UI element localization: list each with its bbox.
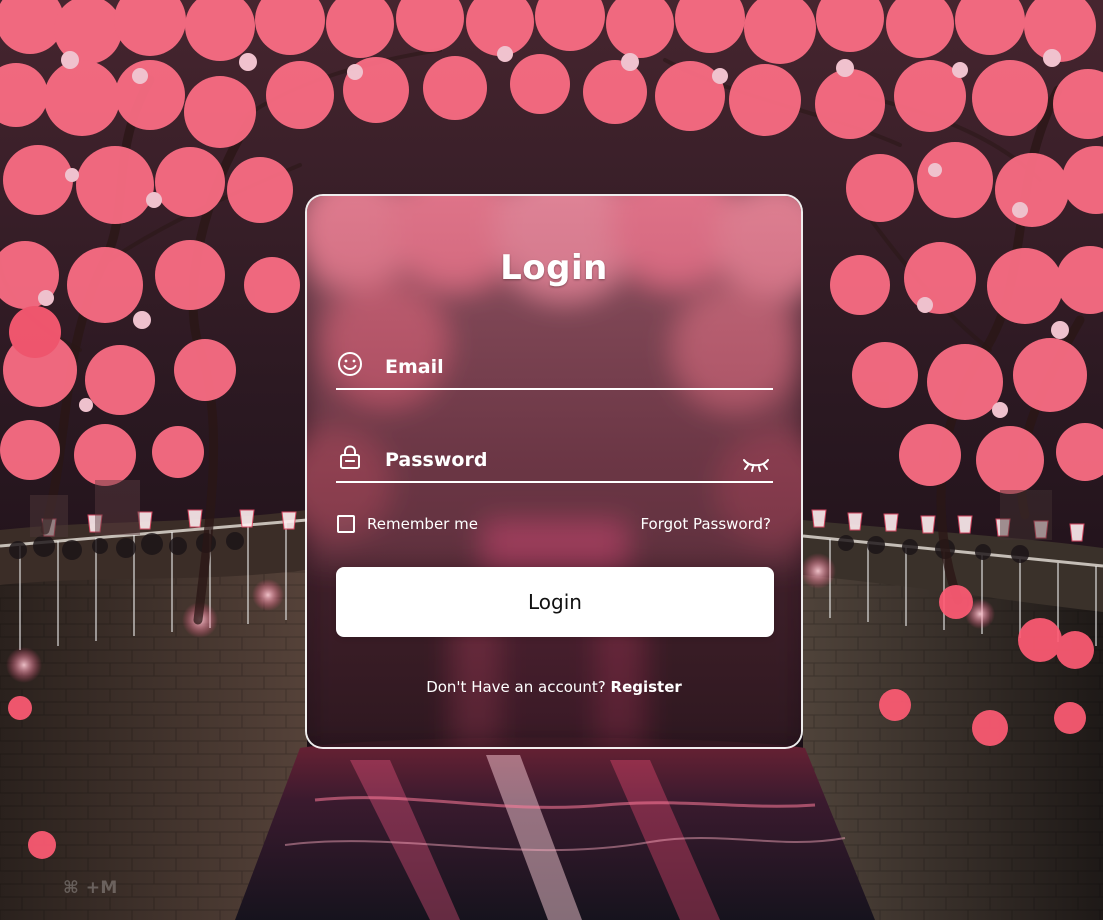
login-button[interactable]: Login [336,567,774,637]
lock-icon [340,445,360,469]
keyboard-shortcut-watermark: ⌘ +M [63,878,118,898]
login-title: Login [500,248,608,288]
email-input[interactable] [385,352,725,382]
register-prompt-line: Don't Have an account? Register [307,678,801,696]
eye-closed-icon[interactable] [741,452,771,472]
login-form: Login Email Remember me Forgot Password?… [307,196,801,747]
remember-checkbox[interactable] [337,515,355,533]
smiley-face-icon [338,352,362,376]
remember-me[interactable]: Remember me [337,515,478,533]
register-prompt-text: Don't Have an account? [426,678,606,696]
email-field[interactable] [336,344,773,390]
remember-label: Remember me [367,515,478,533]
password-input[interactable] [385,445,725,475]
login-page: Login Email Remember me Forgot Password?… [0,0,1103,920]
login-card: Login Email Remember me Forgot Password?… [305,194,803,749]
password-field[interactable] [336,437,773,483]
register-link[interactable]: Register [611,678,682,696]
forgot-password-link[interactable]: Forgot Password? [640,515,771,533]
